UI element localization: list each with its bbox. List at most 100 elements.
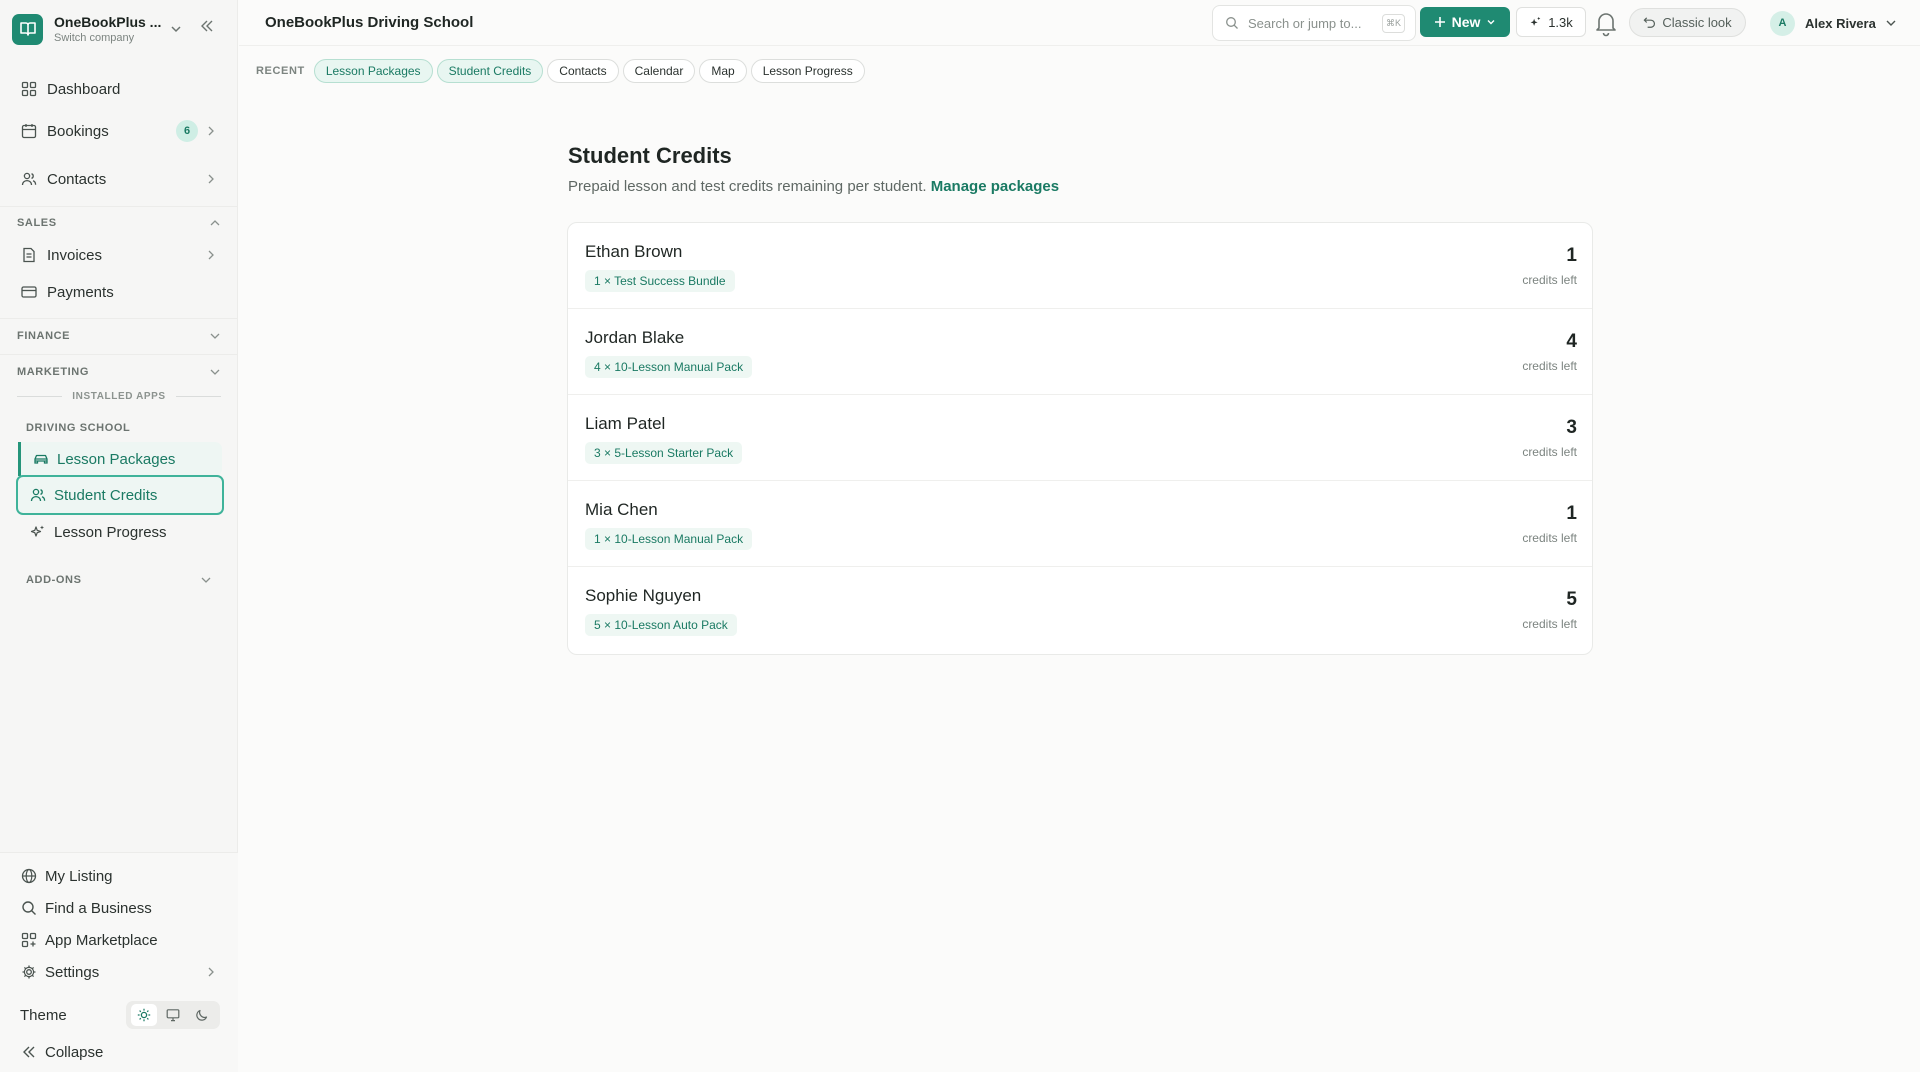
package-badge: 4 × 10-Lesson Manual Pack (585, 356, 753, 378)
section-finance-label: FINANCE (17, 330, 71, 342)
divider (0, 318, 238, 319)
calendar-icon (20, 122, 38, 140)
nav-settings[interactable]: Settings (20, 959, 220, 985)
gear-icon (20, 963, 38, 981)
section-add-ons-label: ADD-ONS (26, 574, 82, 586)
collapse-sidebar-button[interactable] (199, 18, 215, 34)
recent-chip[interactable]: Calendar (622, 59, 696, 83)
sparkles-icon (29, 523, 47, 541)
chevron-down-icon (201, 577, 211, 583)
section-sales-toggle[interactable]: SALES (17, 217, 221, 229)
chevron-right-icon (208, 250, 214, 260)
nav-student-credits[interactable]: Student Credits (16, 475, 224, 515)
chevron-down-icon (171, 26, 181, 33)
topbar: OneBookPlus Driving School Search or jum… (239, 0, 1920, 46)
nav-lesson-packages-label: Lesson Packages (57, 450, 176, 468)
nav-find-business[interactable]: Find a Business (20, 895, 220, 921)
ai-credits-button[interactable]: 1.3k (1516, 7, 1586, 37)
search-placeholder: Search or jump to... (1248, 15, 1362, 31)
recent-chip[interactable]: Student Credits (436, 59, 544, 83)
credits-left-label: credits left (1522, 531, 1577, 545)
recent-chip[interactable]: Lesson Progress (750, 59, 865, 83)
theme-light-button[interactable] (131, 1004, 158, 1026)
nav-lesson-progress[interactable]: Lesson Progress (18, 515, 222, 549)
new-button[interactable]: New (1420, 7, 1510, 37)
section-marketing-label: MARKETING (17, 366, 90, 378)
sun-icon (138, 1008, 151, 1022)
installed-apps-divider: INSTALLED APPS (17, 391, 221, 402)
car-icon (32, 450, 50, 468)
undo-icon (1643, 17, 1656, 28)
list-item[interactable]: Liam Patel 3 × 5-Lesson Starter Pack 3 c… (568, 395, 1592, 481)
chevron-up-icon (210, 220, 220, 226)
theme-row: Theme (20, 1001, 220, 1029)
classic-look-button[interactable]: Classic look (1629, 8, 1746, 37)
list-item[interactable]: Sophie Nguyen 5 × 10-Lesson Auto Pack 5 … (568, 567, 1592, 653)
installed-apps-label: INSTALLED APPS (72, 391, 166, 402)
company-switcher[interactable]: OneBookPlus ... Switch company (12, 12, 224, 46)
section-finance-toggle[interactable]: FINANCE (17, 330, 221, 342)
nav-invoices-label: Invoices (47, 246, 103, 264)
chevron-right-icon (208, 174, 214, 184)
nav-dashboard-label: Dashboard (47, 80, 121, 98)
list-item[interactable]: Mia Chen 1 × 10-Lesson Manual Pack 1 cre… (568, 481, 1592, 567)
nav-bookings-label: Bookings (47, 122, 109, 140)
chevron-down-icon (210, 333, 220, 339)
student-credits-list: Ethan Brown 1 × Test Success Bundle 1 cr… (567, 222, 1593, 655)
nav-lesson-packages[interactable]: Lesson Packages (18, 442, 222, 476)
package-badge: 1 × 10-Lesson Manual Pack (585, 528, 753, 550)
collapse-button[interactable]: Collapse (20, 1039, 220, 1065)
theme-system-button[interactable] (160, 1004, 186, 1026)
recent-chip[interactable]: Lesson Packages (313, 59, 433, 83)
credit-card-icon (20, 283, 38, 301)
package-badge: 3 × 5-Lesson Starter Pack (585, 442, 743, 464)
nav-my-listing[interactable]: My Listing (20, 863, 220, 889)
nav-contacts[interactable]: Contacts (20, 164, 220, 194)
theme-dark-button[interactable] (189, 1004, 215, 1026)
section-driving-school-label: DRIVING SCHOOL (26, 422, 131, 434)
list-item[interactable]: Jordan Blake 4 × 10-Lesson Manual Pack 4… (568, 309, 1592, 395)
nav-payments[interactable]: Payments (20, 277, 220, 307)
nav-my-listing-label: My Listing (45, 867, 113, 885)
section-sales-label: SALES (17, 217, 57, 229)
nav-bookings[interactable]: Bookings 6 (20, 116, 220, 146)
manage-packages-link[interactable]: Manage packages (931, 178, 1059, 195)
list-item[interactable]: Ethan Brown 1 × Test Success Bundle 1 cr… (568, 223, 1592, 309)
nav-find-business-label: Find a Business (45, 899, 152, 917)
monitor-icon (166, 1009, 180, 1022)
section-add-ons-toggle[interactable]: ADD-ONS (26, 574, 212, 586)
package-badge: 5 × 10-Lesson Auto Pack (585, 614, 737, 636)
recent-chip[interactable]: Map (699, 59, 747, 83)
new-button-label: New (1451, 14, 1481, 30)
nav-app-marketplace[interactable]: App Marketplace (20, 927, 220, 953)
divider (0, 206, 238, 207)
search-icon (1226, 17, 1238, 29)
moon-icon (195, 1009, 207, 1021)
credits-left-label: credits left (1522, 617, 1577, 631)
notifications-button[interactable] (1593, 9, 1619, 37)
nav-app-marketplace-label: App Marketplace (45, 931, 158, 949)
collapse-label: Collapse (45, 1043, 104, 1061)
users-icon (20, 170, 38, 188)
nav-invoices[interactable]: Invoices (20, 240, 220, 270)
ai-credits-count: 1.3k (1548, 14, 1573, 30)
recent-bar: RECENT Lesson Packages Student Credits C… (256, 58, 869, 84)
search-shortcut: ⌘K (1382, 14, 1405, 33)
company-name: OneBookPlus ... (54, 13, 162, 30)
user-menu[interactable]: A Alex Rivera (1770, 10, 1897, 36)
nav-settings-label: Settings (45, 963, 100, 981)
driving-school-group: Lesson Packages Student Credits Lesson P… (16, 437, 224, 587)
theme-switcher (126, 1001, 220, 1029)
page-description-text: Prepaid lesson and test credits remainin… (568, 178, 927, 195)
recent-chip[interactable]: Contacts (547, 59, 619, 83)
nav-dashboard[interactable]: Dashboard (20, 74, 220, 104)
book-icon (19, 22, 36, 36)
section-marketing-toggle[interactable]: MARKETING (17, 366, 221, 378)
student-name: Ethan Brown (585, 242, 683, 261)
credits-count: 5 (1566, 589, 1577, 610)
classic-look-label: Classic look (1662, 15, 1732, 30)
document-icon (20, 246, 38, 264)
search-input[interactable]: Search or jump to... ⌘K (1212, 5, 1416, 41)
double-chevron-left-icon (20, 1043, 38, 1061)
credits-count: 3 (1566, 417, 1577, 438)
